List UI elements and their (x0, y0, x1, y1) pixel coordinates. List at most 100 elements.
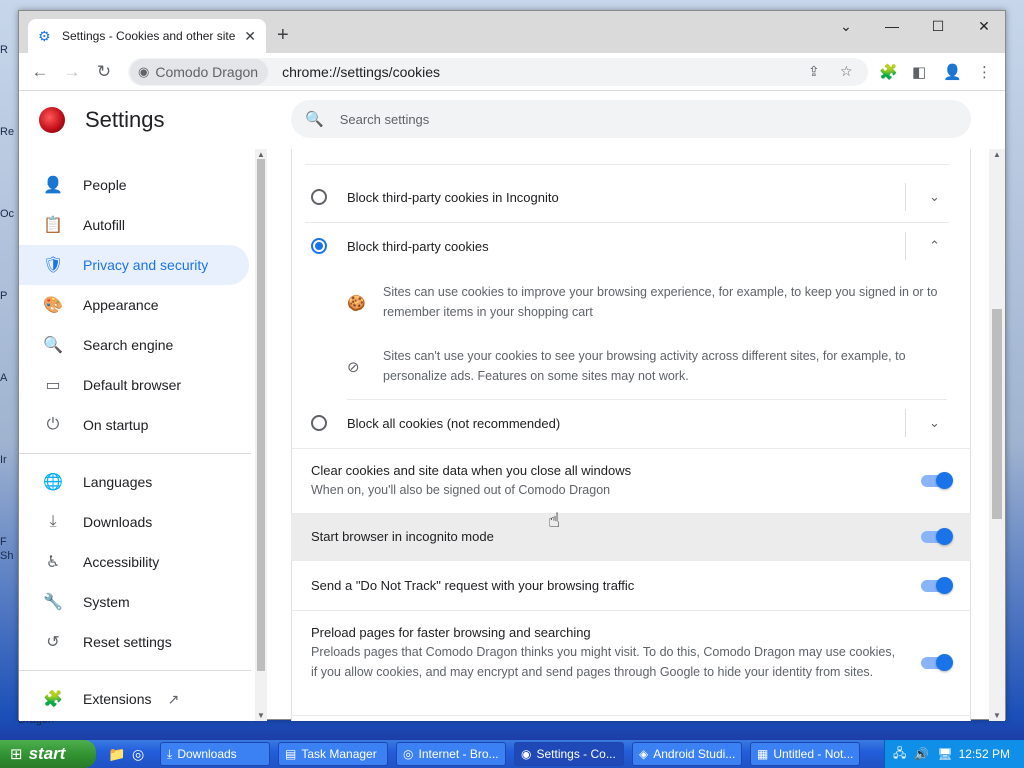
tab-settings[interactable]: ⚙ Settings - Cookies and other site ✕ (28, 19, 266, 53)
back-button[interactable]: ← (29, 61, 51, 83)
taskbar-button[interactable]: ▤ Task Manager (278, 742, 388, 766)
forward-button[interactable]: → (61, 61, 83, 83)
taskbar-button[interactable]: ⤓ Downloads (160, 742, 270, 766)
network-icon[interactable]: 🖧 (893, 744, 906, 765)
start-button[interactable]: ⊞ start (0, 740, 96, 768)
sidebar-item-label: Reset settings (83, 634, 172, 650)
sidebar-item-default-browser[interactable]: ▭ Default browser (19, 365, 249, 405)
sidebar-item-people[interactable]: 👤 People (19, 165, 249, 205)
menu-icon[interactable]: ⋮ (977, 63, 992, 81)
desktop-icon-label[interactable]: R (0, 44, 8, 56)
android-studio-icon: ◈ (639, 747, 649, 761)
desktop-icon-label[interactable]: Ir (0, 454, 7, 466)
sidebar-item-accessibility[interactable]: ♿ Accessibility (19, 542, 249, 582)
radio-button-selected[interactable] (311, 238, 327, 254)
share-icon[interactable]: ⇪ (808, 63, 820, 80)
incognito-mode-toggle[interactable] (921, 528, 953, 545)
search-input[interactable] (339, 111, 900, 127)
setting-title: Send a "Do Not Track" request with your … (311, 578, 635, 593)
taskbar-button[interactable]: ▦ Untitled - Not... (750, 742, 860, 766)
cookie-detail-text: Sites can use cookies to improve your br… (383, 285, 938, 319)
reset-icon: ↺ (46, 634, 60, 651)
chrome-icon[interactable]: ◎ (132, 746, 144, 763)
cookie-option-label: Block all cookies (not recommended) (347, 415, 561, 431)
clock[interactable]: 12:52 PM (959, 747, 1010, 761)
preload-pages-toggle[interactable] (921, 654, 953, 671)
content-scrollbar-thumb[interactable] (992, 309, 1002, 519)
notepad-icon: ▦ (757, 747, 769, 761)
sidebar-item-label: Appearance (83, 297, 159, 313)
sidebar-item-search-engine[interactable]: 🔍 Search engine (19, 325, 249, 365)
side-panel-icon[interactable]: ◧ (912, 63, 926, 81)
taskbar-button[interactable]: ◎ Internet - Bro... (396, 742, 506, 766)
desktop-icon-label[interactable]: Oc (0, 208, 14, 220)
close-icon[interactable]: ✕ (244, 28, 256, 45)
desktop-icon-label[interactable]: Sh (0, 550, 13, 562)
system-tray: 🖧 🔊 🖥 12:52 PM (884, 740, 1024, 768)
sidebar-item-system[interactable]: 🔧 System (19, 582, 249, 622)
volume-icon[interactable]: 🔊 (914, 747, 929, 761)
address-bar[interactable]: ◉ Comodo Dragon chrome://settings/cookie… (128, 58, 868, 86)
cookie-option-row[interactable]: Block third-party cookies ⌃ (291, 222, 971, 270)
clear-cookies-toggle[interactable] (921, 472, 953, 489)
sidebar-item-label: Accessibility (83, 554, 160, 570)
sidebar-item-privacy[interactable]: 🛡 Privacy and security (19, 245, 249, 285)
desktop-icon-label[interactable]: F (0, 536, 7, 548)
desktop-icon-label[interactable]: P (0, 290, 7, 302)
sidebar-scrollbar-thumb[interactable] (257, 159, 265, 671)
radio-button[interactable] (311, 189, 327, 205)
scroll-down-icon[interactable]: ▼ (257, 711, 265, 720)
setting-title: Start browser in incognito mode (311, 529, 494, 544)
dragon-logo-icon (39, 107, 65, 133)
taskbar-button-label: Internet - Bro... (418, 747, 499, 761)
taskbar-button-label: Untitled - Not... (773, 747, 854, 761)
close-window-button[interactable]: ✕ (961, 11, 1007, 41)
cookie-detail-text: Sites can't use your cookies to see your… (383, 349, 906, 383)
sidebar-item-downloads[interactable]: ⤓ Downloads (19, 502, 249, 542)
star-icon[interactable]: ☆ (840, 63, 853, 80)
sidebar-item-autofill[interactable]: 📋 Autofill (19, 205, 249, 245)
taskbar-button[interactable]: ◈ Android Studi... (632, 742, 742, 766)
tab-search-button[interactable]: ⌄ (823, 11, 869, 41)
external-link-icon: ↗ (167, 690, 180, 707)
sidebar-item-reset-settings[interactable]: ↺ Reset settings (19, 622, 249, 662)
page-title: Settings (85, 107, 165, 132)
profile-icon[interactable]: 👤 (943, 63, 962, 81)
extensions-icon[interactable]: 🧩 (879, 63, 898, 81)
minimize-button[interactable]: — (869, 11, 915, 41)
reload-button[interactable]: ↻ (93, 61, 115, 83)
sidebar-item-label: People (83, 177, 127, 193)
chevron-down-icon[interactable]: ⌄ (929, 415, 940, 431)
maximize-button[interactable]: ☐ (915, 11, 961, 41)
scroll-down-icon[interactable]: ▼ (993, 711, 1001, 720)
sidebar-item-extensions[interactable]: 🧩 Extensions ↗ (19, 679, 249, 719)
folder-icon[interactable]: 📁 (108, 746, 125, 763)
sidebar-scrollbar[interactable]: ▲ ▼ (255, 149, 267, 721)
sidebar-item-on-startup[interactable]: ⏻ On startup (19, 405, 249, 445)
new-tab-button[interactable]: + (277, 24, 289, 47)
chevron-down-icon[interactable]: ⌄ (929, 189, 940, 205)
desktop-icon-label[interactable]: Re (0, 126, 14, 138)
do-not-track-toggle[interactable] (921, 577, 953, 594)
sidebar-item-appearance[interactable]: 🎨 Appearance (19, 285, 249, 325)
sidebar-item-languages[interactable]: 🌐 Languages (19, 462, 249, 502)
sidebar-divider (19, 453, 251, 454)
desktop-icon-label[interactable]: A (0, 372, 7, 384)
scroll-up-icon[interactable]: ▲ (993, 150, 1001, 159)
content-scrollbar[interactable]: ▲ ▼ (989, 149, 1005, 721)
site-info-chip[interactable]: ◉ Comodo Dragon (130, 59, 269, 85)
person-icon: 👤 (43, 177, 63, 194)
radio-button[interactable] (311, 415, 327, 431)
url-text[interactable]: chrome://settings/cookies (282, 64, 440, 80)
dragon-icon: ◉ (138, 64, 150, 79)
display-icon[interactable]: 🖥 (937, 747, 952, 761)
cookie-option-row[interactable]: Block all cookies (not recommended) ⌄ (291, 399, 971, 447)
taskbar-button-active[interactable]: ◉ Settings - Co... (514, 742, 624, 766)
browser-toolbar: ← → ↻ ◉ Comodo Dragon chrome://settings/… (19, 53, 1005, 91)
taskbar: ⊞ start 📁 ◎ ⤓ Downloads ▤ Task Manager ◎… (0, 740, 1024, 768)
cookie-option-row[interactable]: Block third-party cookies in Incognito ⌄ (291, 173, 971, 221)
chevron-up-icon[interactable]: ⌃ (929, 238, 940, 254)
settings-search[interactable]: 🔍 (291, 100, 971, 138)
scroll-up-icon[interactable]: ▲ (257, 150, 265, 159)
chrome-icon: ◎ (403, 747, 414, 761)
